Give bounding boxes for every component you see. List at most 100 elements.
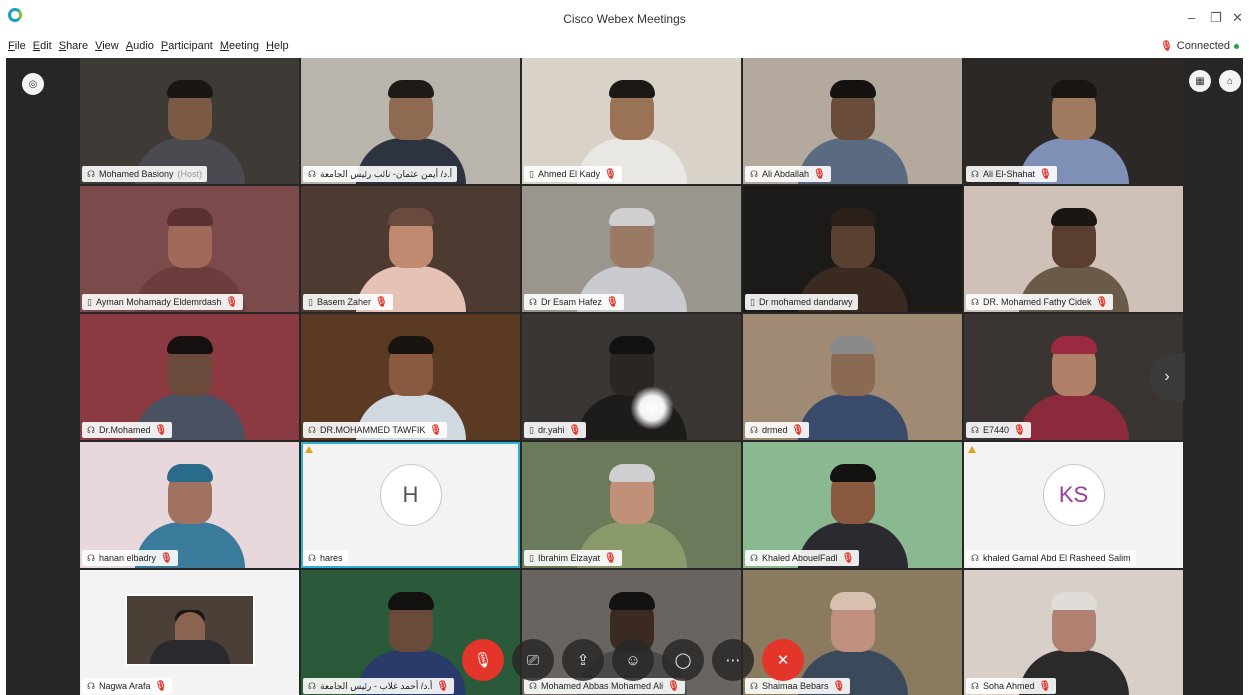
mic-muted-icon: 🎙: [568, 424, 582, 436]
headset-icon: ☊: [529, 680, 537, 691]
mic-muted-icon: 🎙: [154, 424, 168, 436]
participant-name: Ahmed El Kady: [537, 169, 600, 179]
participant-name: Ali El-Shahat: [983, 169, 1036, 179]
connected-dot-icon: [1234, 43, 1239, 49]
headset-icon: ☊: [971, 168, 979, 179]
headset-icon: ☊: [971, 424, 979, 435]
video-figure: [1050, 592, 1097, 610]
mic-muted-icon: 🎙: [1039, 168, 1052, 180]
video-figure: [829, 208, 876, 226]
participant-tile[interactable]: ☊ Ali El-Shahat 🎙: [964, 58, 1183, 184]
video-figure: [829, 592, 876, 610]
headset-icon: ☊: [750, 168, 758, 179]
participant-tile[interactable]: ▯ Dr mohamed dandarwy: [743, 186, 962, 312]
menu-help[interactable]: Help: [266, 40, 289, 52]
phone-icon: ▯: [529, 168, 534, 179]
participant-name-label: ☊ Nagwa Arafa 🎙: [82, 678, 173, 694]
menu-view[interactable]: View: [95, 40, 119, 52]
video-figure: [166, 208, 213, 226]
menu-share[interactable]: Share: [59, 40, 88, 52]
participant-tile[interactable]: ☊ DR. Mohamed Fathy Cidek 🎙: [964, 186, 1183, 312]
video-figure: [608, 592, 655, 610]
participant-tile[interactable]: ▯ Ibrahim Elzayat 🎙: [522, 442, 741, 568]
connection-status-text: Connected: [1176, 40, 1230, 52]
participant-name: drmed: [762, 425, 788, 435]
headset-icon: ☊: [308, 424, 316, 435]
headset-icon: ☊: [87, 552, 95, 563]
participant-tile[interactable]: H ☊ hares: [301, 442, 520, 568]
participant-name-label: ☊ Ali Abdallah 🎙: [745, 166, 831, 182]
participant-tile[interactable]: ☊ أ.د/ أيمن عثمان- نائب رئيس الجامعة: [301, 58, 520, 184]
participant-tile[interactable]: ☊ DR.MOHAMMED TAWFIK 🎙: [301, 314, 520, 440]
mute-button[interactable]: 🎙: [462, 639, 504, 681]
layout-grid-icon[interactable]: ▦: [1189, 70, 1211, 92]
participant-tile[interactable]: ☊ Mohamed Basiony (Host): [80, 58, 299, 184]
participant-tile[interactable]: ☊ Ali Abdallah 🎙: [743, 58, 962, 184]
participant-tile[interactable]: KS ☊ khaled Gamal Abd El Rasheed Salim: [964, 442, 1183, 568]
mic-muted-icon: 🎙: [160, 552, 173, 564]
window-title: Cisco Webex Meetings: [563, 12, 686, 26]
menu-bar: File Edit Share View Audio Participant M…: [0, 36, 1249, 58]
participant-tile[interactable]: ☊ drmed 🎙: [743, 314, 962, 440]
restore-button[interactable]: ❐: [1210, 10, 1222, 26]
mic-muted-icon: 🎙: [225, 296, 239, 308]
more-button[interactable]: ⋯: [712, 639, 754, 681]
video-figure: [608, 464, 655, 482]
title-bar: Cisco Webex Meetings – ❐ ✕: [0, 0, 1249, 36]
participant-tile[interactable]: ▯ Ahmed El Kady 🎙: [522, 58, 741, 184]
participant-tile[interactable]: ▯ Basem Zaher 🎙: [301, 186, 520, 312]
participant-tile[interactable]: ☊ Nagwa Arafa 🎙: [80, 570, 299, 695]
share-button[interactable]: ⇪: [562, 639, 604, 681]
video-figure: [829, 80, 876, 98]
participant-grid: ☊ Mohamed Basiony (Host) ☊ أ.د/ أيمن عثمان- …: [80, 58, 1186, 695]
participant-name: hares: [320, 553, 343, 563]
phone-icon: ▯: [87, 296, 92, 307]
chat-button[interactable]: ◯: [662, 639, 704, 681]
mic-muted-icon: 🎙: [1160, 40, 1173, 52]
video-figure: [829, 336, 876, 354]
mic-muted-icon: 🎙: [832, 680, 846, 692]
participant-name-label: ▯ Ayman Mohamady Eldemrdash 🎙: [82, 294, 244, 310]
participant-name: Nagwa Arafa: [99, 681, 151, 691]
video-figure: [608, 208, 655, 226]
participants-button[interactable]: ☺: [612, 639, 654, 681]
headset-icon: ☊: [87, 168, 95, 179]
headset-icon: ☊: [87, 424, 95, 435]
participant-name-label: ☊ DR.MOHAMMED TAWFIK 🎙: [303, 422, 448, 438]
video-figure: [1018, 394, 1129, 440]
phone-icon: ▯: [750, 296, 755, 307]
mic-muted-icon: 🎙: [154, 680, 168, 692]
mic-muted-icon: 🎙: [429, 424, 443, 436]
participant-name: Dr Esam Hafez: [541, 297, 603, 307]
participant-tile[interactable]: ☊ Dr Esam Hafez 🎙: [522, 186, 741, 312]
mic-muted-icon: 🎙: [606, 296, 619, 308]
participant-name-label: ☊ Soha Ahmed 🎙: [966, 678, 1057, 694]
participant-tile[interactable]: ☊ Dr.Mohamed 🎙: [80, 314, 299, 440]
video-button[interactable]: ⎚: [512, 639, 554, 681]
tag-icon[interactable]: ⌂: [1219, 70, 1241, 92]
participant-name: Ayman Mohamady Eldemrdash: [95, 297, 222, 307]
menu-participant[interactable]: Participant: [161, 40, 213, 52]
close-button[interactable]: ✕: [1232, 10, 1243, 26]
mic-muted-icon: 🎙: [1095, 296, 1109, 308]
participant-tile[interactable]: ☊ Khaled AbouelFadl 🎙: [743, 442, 962, 568]
participant-tile[interactable]: ▯ Ayman Mohamady Eldemrdash 🎙: [80, 186, 299, 312]
leave-button[interactable]: ✕: [762, 639, 804, 681]
video-figure: [166, 80, 213, 98]
headset-icon: ☊: [971, 552, 979, 563]
light-glare: [630, 386, 674, 430]
participant-name: Mohamed Basiony: [99, 169, 174, 179]
participant-tile[interactable]: ☊ Soha Ahmed 🎙: [964, 570, 1183, 695]
participant-name: Dr.Mohamed: [99, 425, 151, 435]
video-figure: [1050, 208, 1097, 226]
menu-file[interactable]: File: [8, 40, 26, 52]
menu-edit[interactable]: Edit: [33, 40, 52, 52]
meeting-info-icon[interactable]: ◎: [22, 73, 44, 95]
participant-tile[interactable]: ▯ dr.yahi 🎙: [522, 314, 741, 440]
participant-name: أ.د/ أيمن عثمان- نائب رئيس الجامعة: [320, 168, 453, 179]
menu-audio[interactable]: Audio: [126, 40, 154, 52]
meeting-toolbar: 🎙 ⎚ ⇪ ☺ ◯ ⋯ ✕: [462, 639, 804, 681]
participant-tile[interactable]: ☊ hanan elbadry 🎙: [80, 442, 299, 568]
menu-meeting[interactable]: Meeting: [220, 40, 259, 52]
minimize-button[interactable]: –: [1188, 10, 1195, 25]
